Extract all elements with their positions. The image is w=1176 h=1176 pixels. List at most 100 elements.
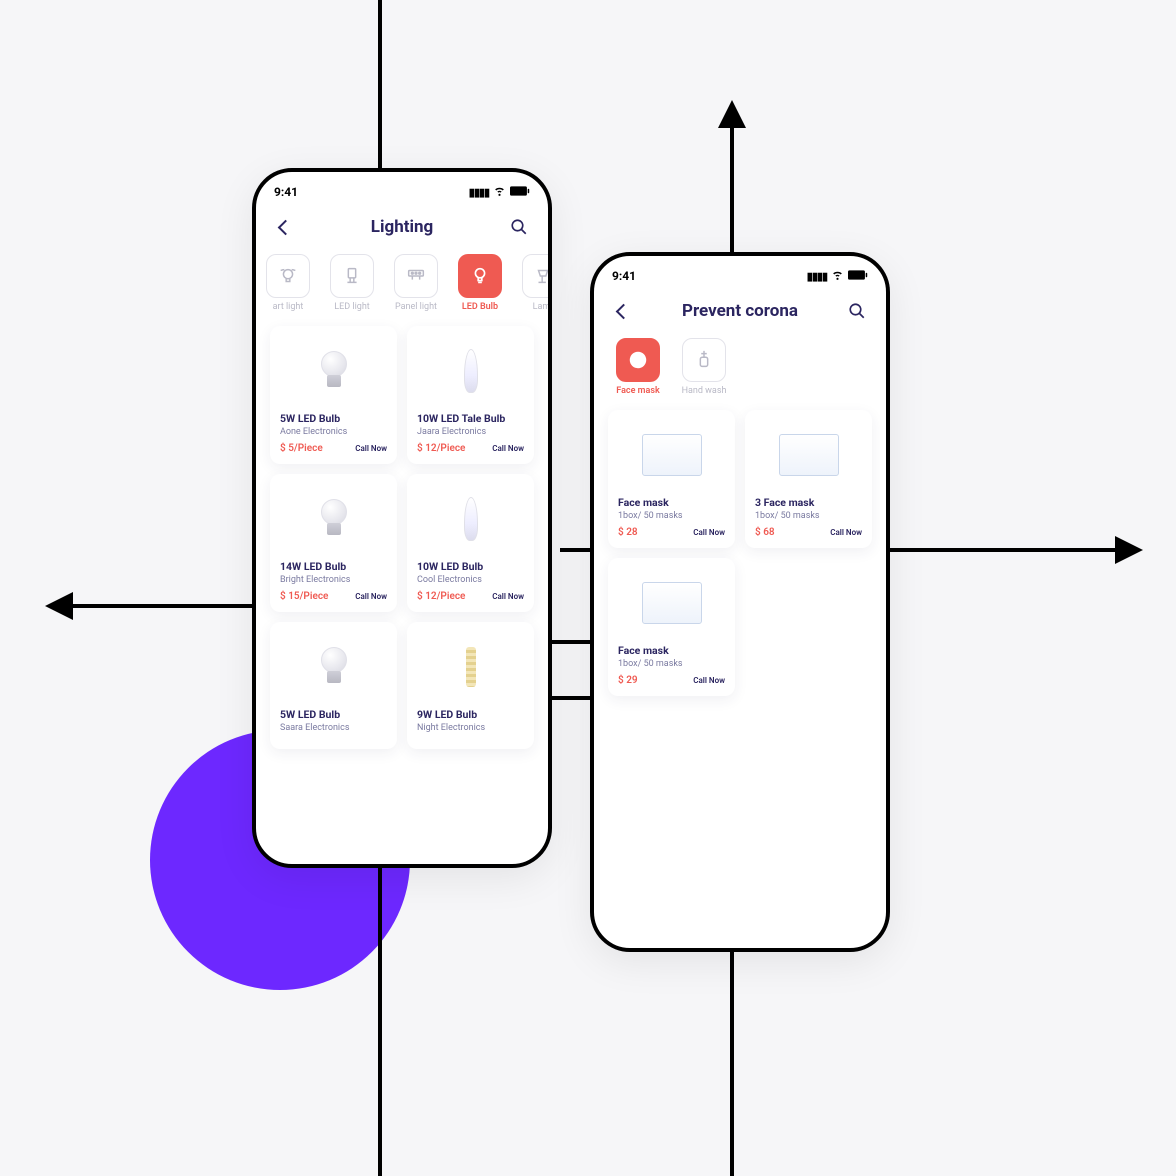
product-image <box>417 336 524 406</box>
product-price: $ 12/Piece <box>417 591 465 602</box>
product-subtitle: 1box/ 50 masks <box>618 511 725 521</box>
category-row[interactable]: art light LED light Panel light LED Bulb Lam… <box>256 252 548 322</box>
call-now-button[interactable]: Call Now <box>693 676 725 685</box>
product-price: $ 29 <box>618 675 638 686</box>
category-label: LED light <box>324 302 380 312</box>
category-lamp[interactable]: Lamp <box>516 254 548 312</box>
category-label: Lamp <box>516 302 548 312</box>
call-now-button[interactable]: Call Now <box>355 444 387 453</box>
product-price: $ 5/Piece <box>280 443 323 454</box>
led-light-icon <box>330 254 374 298</box>
product-image <box>417 632 524 702</box>
arrowhead-left-icon <box>45 592 73 620</box>
product-subtitle: Saara Electronics <box>280 723 387 733</box>
page-title: Prevent corona <box>682 301 798 321</box>
category-label: art light <box>260 302 316 312</box>
category-hand-wash[interactable]: Hand wash <box>676 338 732 396</box>
product-title: Face mask <box>618 644 725 657</box>
product-card[interactable]: Face mask 1box/ 50 masks $ 28 Call Now <box>608 410 735 548</box>
product-price: $ 28 <box>618 527 638 538</box>
product-card[interactable]: 14W LED Bulb Bright Electronics $ 15/Piece… <box>270 474 397 612</box>
signal-icon: ▮▮▮▮ <box>469 186 489 199</box>
lamp-icon <box>522 254 548 298</box>
product-image <box>618 420 725 490</box>
call-now-button[interactable]: Call Now <box>355 592 387 601</box>
product-subtitle: Bright Electronics <box>280 575 387 585</box>
product-price: $ 12/Piece <box>417 443 465 454</box>
battery-icon <box>848 269 868 283</box>
page-title: Lighting <box>371 217 433 237</box>
product-image <box>280 484 387 554</box>
signal-icon: ▮▮▮▮ <box>807 270 827 283</box>
category-label: Hand wash <box>676 386 732 396</box>
category-label: LED Bulb <box>452 302 508 312</box>
product-image <box>280 632 387 702</box>
product-subtitle: 1box/ 50 masks <box>755 511 862 521</box>
status-icons: ▮▮▮▮ <box>807 268 868 284</box>
product-title: 5W LED Bulb <box>280 708 387 721</box>
status-bar: 9:41 ▮▮▮▮ <box>256 172 548 206</box>
status-time: 9:41 <box>612 269 636 283</box>
product-price: $ 68 <box>755 527 775 538</box>
status-bar: 9:41 ▮▮▮▮ <box>594 256 886 290</box>
panel-light-icon <box>394 254 438 298</box>
product-title: 3 Face mask <box>755 496 862 509</box>
product-image <box>755 420 862 490</box>
product-title: Face mask <box>618 496 725 509</box>
product-title: 10W LED Tale Bulb <box>417 412 524 425</box>
product-card[interactable]: 5W LED Bulb Saara Electronics <box>270 622 397 749</box>
product-image <box>280 336 387 406</box>
product-card[interactable]: 9W LED Bulb Night Electronics <box>407 622 534 749</box>
product-card[interactable]: 5W LED Bulb Aone Electronics $ 5/Piece Call… <box>270 326 397 464</box>
product-subtitle: Cool Electronics <box>417 575 524 585</box>
led-bulb-icon <box>458 254 502 298</box>
wifi-icon <box>493 184 506 200</box>
product-title: 10W LED Bulb <box>417 560 524 573</box>
search-button[interactable] <box>844 298 870 324</box>
product-image <box>417 484 524 554</box>
wifi-icon <box>831 268 844 284</box>
product-card[interactable]: 3 Face mask 1box/ 50 masks $ 68 Call Now <box>745 410 872 548</box>
smart-light-icon <box>266 254 310 298</box>
category-label: Face mask <box>610 386 666 396</box>
call-now-button[interactable]: Call Now <box>492 592 524 601</box>
product-grid[interactable]: Face mask1box/ 50 masks$ 28Call Now3 Fac… <box>594 406 886 710</box>
phone-lighting: 9:41 ▮▮▮▮ Lighting art light LED light Pan… <box>252 168 552 868</box>
product-title: 5W LED Bulb <box>280 412 387 425</box>
product-title: 14W LED Bulb <box>280 560 387 573</box>
product-subtitle: Night Electronics <box>417 723 524 733</box>
battery-icon <box>510 185 530 199</box>
product-card[interactable]: 10W LED Tale Bulb Jaara Electronics $ 12/P… <box>407 326 534 464</box>
category-led-light[interactable]: LED light <box>324 254 380 312</box>
product-subtitle: 1box/ 50 masks <box>618 659 725 669</box>
phone-prevent-corona: 9:41 ▮▮▮▮ Prevent corona Face mask Hand w… <box>590 252 890 952</box>
category-panel-light[interactable]: Panel light <box>388 254 444 312</box>
product-subtitle: Jaara Electronics <box>417 427 524 437</box>
product-card[interactable]: Face mask 1box/ 50 masks $ 29 Call Now <box>608 558 735 696</box>
category-row[interactable]: Face mask Hand wash <box>594 336 886 406</box>
arrowhead-up-icon <box>718 100 746 128</box>
product-image <box>618 568 725 638</box>
product-price: $ 15/Piece <box>280 591 328 602</box>
call-now-button[interactable]: Call Now <box>492 444 524 453</box>
nav-bar: Prevent corona <box>594 290 886 336</box>
arrowhead-right-icon <box>1115 536 1143 564</box>
search-button[interactable] <box>506 214 532 240</box>
back-button[interactable] <box>610 298 636 324</box>
product-subtitle: Aone Electronics <box>280 427 387 437</box>
status-icons: ▮▮▮▮ <box>469 184 530 200</box>
category-label: Panel light <box>388 302 444 312</box>
category-art-light[interactable]: art light <box>260 254 316 312</box>
nav-bar: Lighting <box>256 206 548 252</box>
hand-wash-icon <box>682 338 726 382</box>
product-title: 9W LED Bulb <box>417 708 524 721</box>
category-led-bulb[interactable]: LED Bulb <box>452 254 508 312</box>
call-now-button[interactable]: Call Now <box>693 528 725 537</box>
category-face-mask[interactable]: Face mask <box>610 338 666 396</box>
status-time: 9:41 <box>274 185 298 199</box>
product-grid[interactable]: 5W LED Bulb Aone Electronics $ 5/Piece Call… <box>256 322 548 763</box>
face-mask-icon <box>616 338 660 382</box>
back-button[interactable] <box>272 214 298 240</box>
call-now-button[interactable]: Call Now <box>830 528 862 537</box>
product-card[interactable]: 10W LED Bulb Cool Electronics $ 12/Piece Ca… <box>407 474 534 612</box>
